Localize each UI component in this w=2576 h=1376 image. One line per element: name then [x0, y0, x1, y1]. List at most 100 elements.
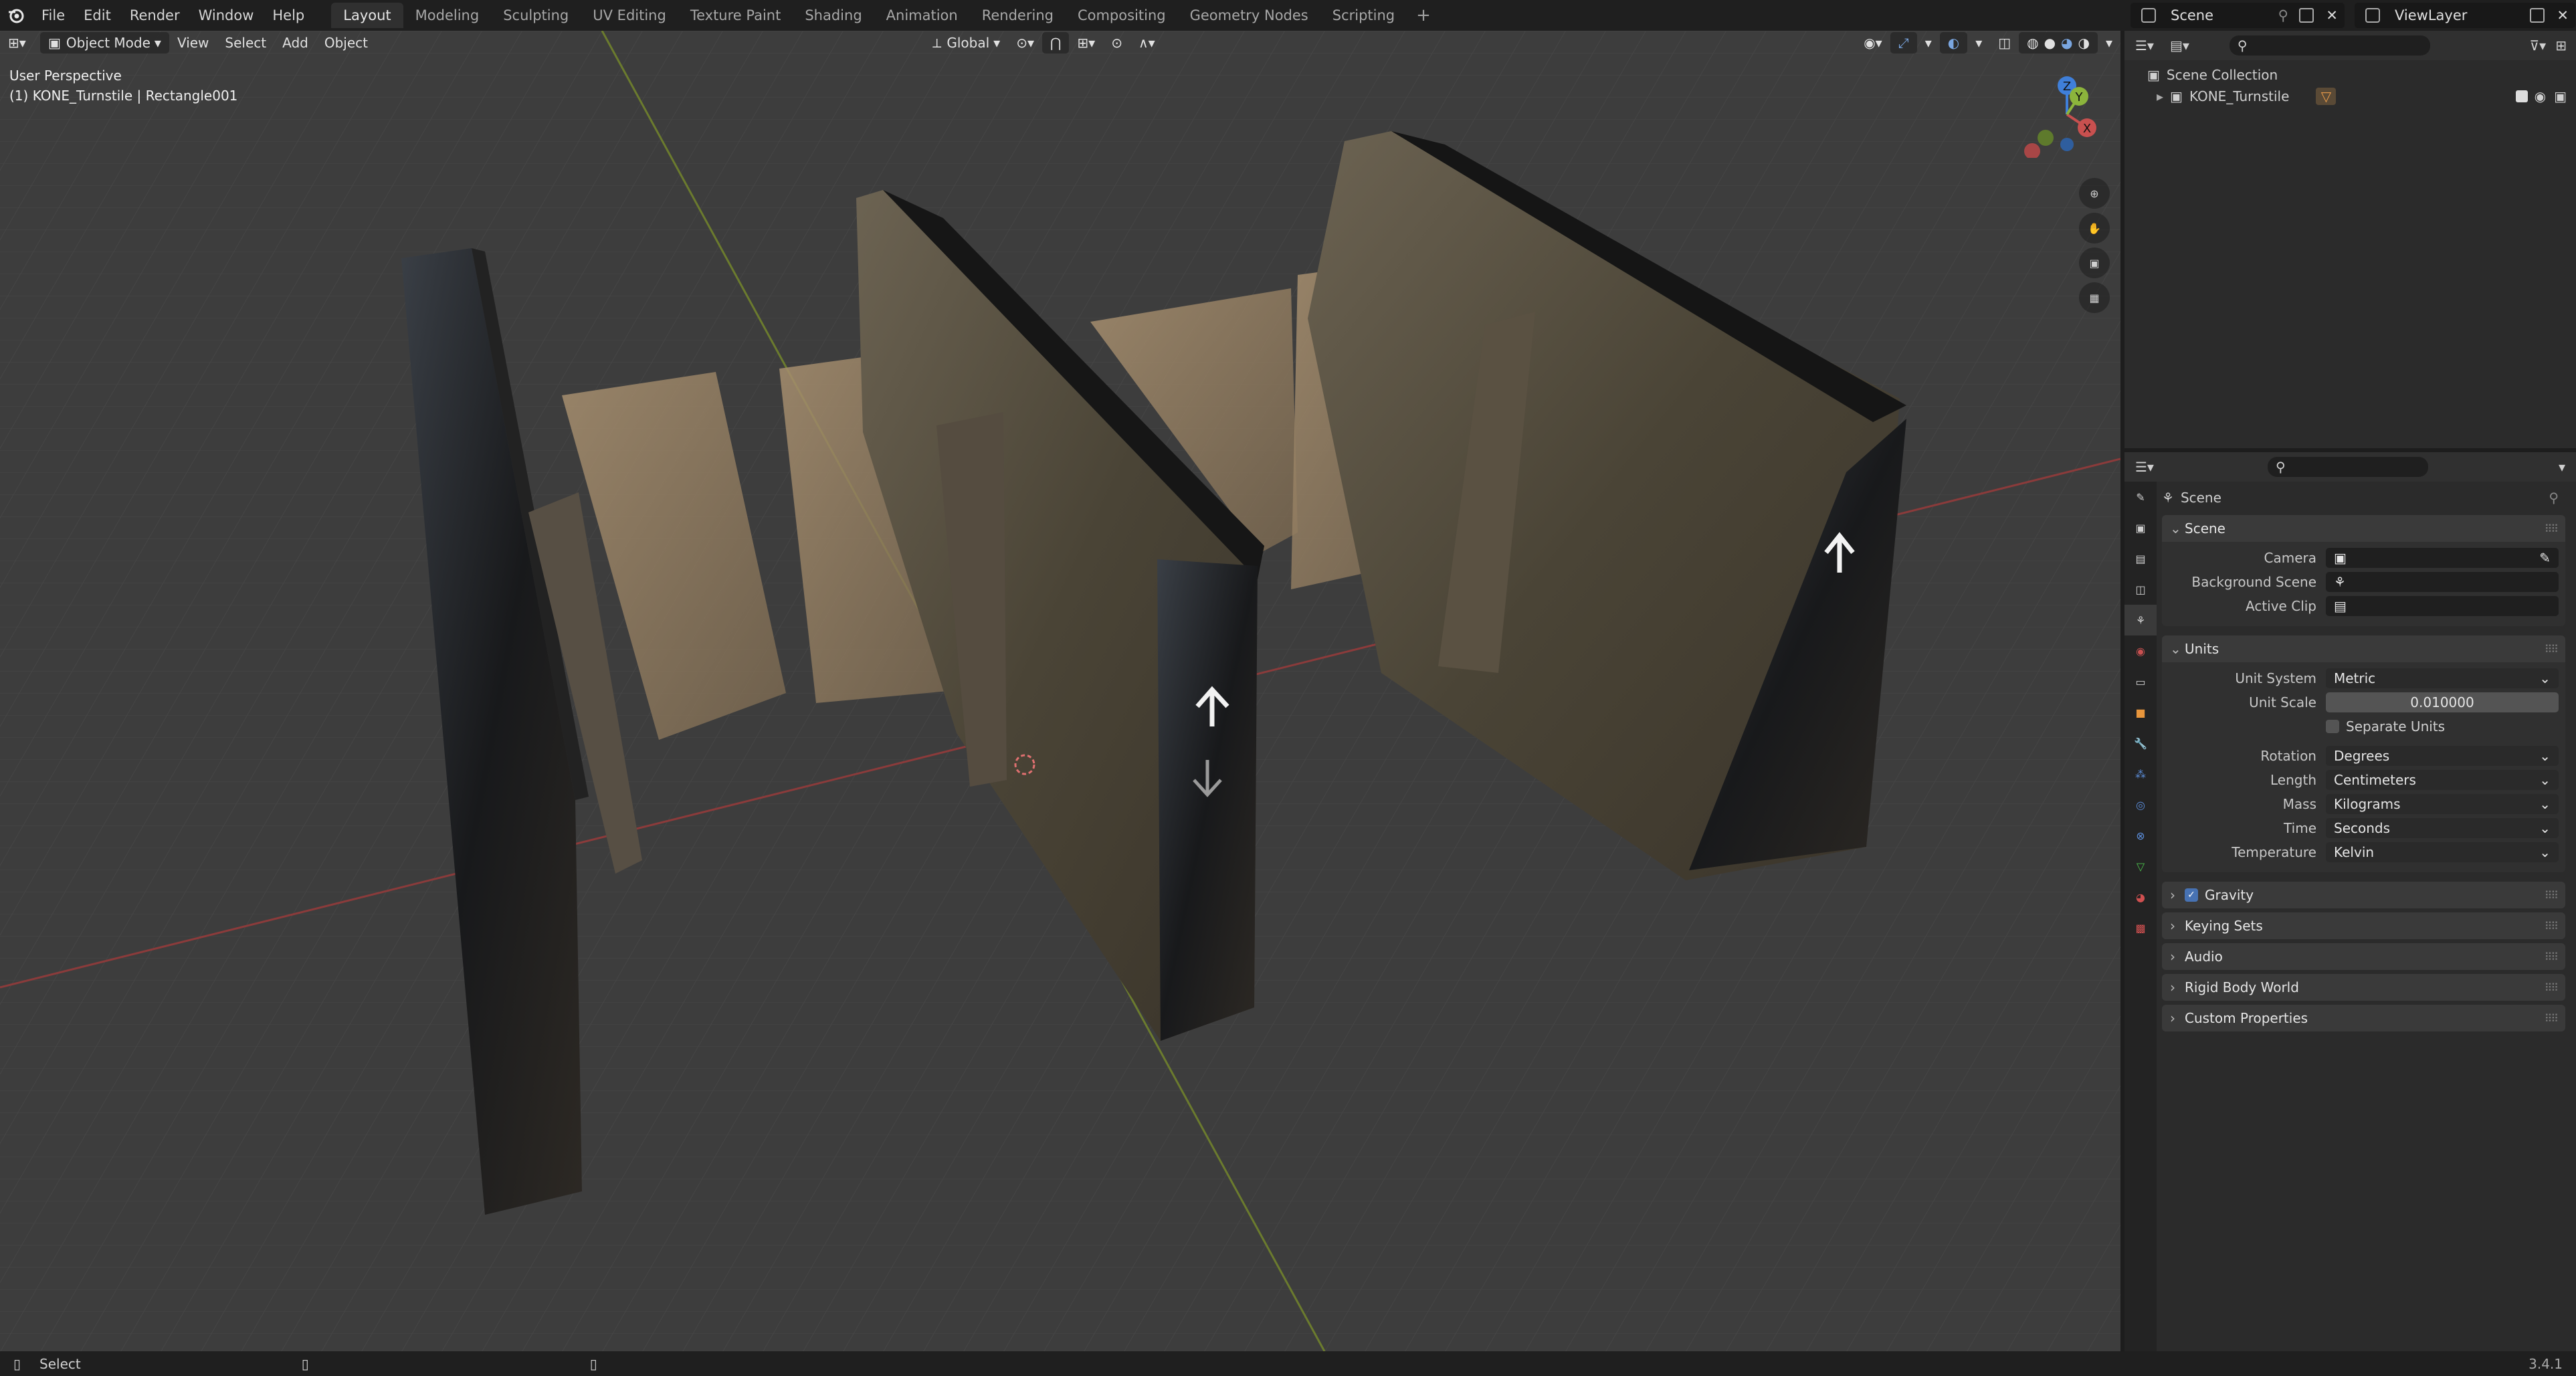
- gravity-checkbox[interactable]: ✓: [2185, 888, 2198, 902]
- eyedropper-icon[interactable]: ✎: [2539, 550, 2551, 566]
- overlay-dropdown[interactable]: ▾: [1967, 32, 1990, 54]
- menu-file[interactable]: File: [32, 0, 74, 31]
- neg-y-axis-icon[interactable]: [2038, 130, 2054, 146]
- menu-help[interactable]: Help: [263, 0, 314, 31]
- rendered-shading-icon[interactable]: ◑: [2078, 35, 2090, 51]
- menu-edit[interactable]: Edit: [74, 0, 120, 31]
- tab-tool[interactable]: ✎: [2124, 482, 2157, 512]
- tab-output[interactable]: ▤: [2124, 543, 2157, 574]
- scene-selector[interactable]: Scene ⚲ ✕: [2131, 3, 2345, 28]
- tab-modeling[interactable]: Modeling: [403, 3, 492, 28]
- visibility-dropdown[interactable]: ◉▾: [1856, 32, 1890, 54]
- object-mode-dropdown[interactable]: ▣ Object Mode ▾: [40, 32, 169, 54]
- wireframe-shading-icon[interactable]: ◍: [2027, 35, 2038, 51]
- navigation-gizmo[interactable]: Z X Y: [2013, 71, 2107, 158]
- delete-view-layer-icon[interactable]: ✕: [2557, 7, 2569, 23]
- tab-rendering[interactable]: Rendering: [970, 3, 1066, 28]
- new-view-layer-icon[interactable]: [2530, 8, 2545, 23]
- overlay-toggle[interactable]: ◐: [1939, 32, 1968, 54]
- drag-handle-icon[interactable]: ⠿⠿: [2545, 522, 2559, 535]
- tab-render[interactable]: ▣: [2124, 512, 2157, 543]
- tab-view-layer[interactable]: ◫: [2124, 574, 2157, 605]
- neg-x-axis-icon[interactable]: [2024, 143, 2040, 158]
- tab-texture[interactable]: ▩: [2124, 912, 2157, 943]
- neg-z-axis-icon[interactable]: [2060, 138, 2074, 151]
- shading-mode-group[interactable]: ◍ ● ◕ ◑: [2019, 32, 2098, 54]
- view-layer-selector[interactable]: ViewLayer ✕: [2355, 3, 2575, 28]
- outliner-row-kone-turnstile[interactable]: ▸ ▣ KONE_Turnstile ▽ ◉ ▣: [2124, 86, 2576, 107]
- drag-handle-icon[interactable]: ⠿⠿: [2545, 1012, 2559, 1025]
- camera-field[interactable]: ▣ ✎: [2326, 548, 2559, 568]
- falloff-dropdown[interactable]: ∧▾: [1130, 32, 1163, 54]
- panel-rigid-body-world-header[interactable]: › Rigid Body World ⠿⠿: [2162, 974, 2565, 1001]
- panel-gravity-header[interactable]: › ✓ Gravity ⠿⠿: [2162, 882, 2565, 908]
- tab-data[interactable]: ▽: [2124, 851, 2157, 882]
- solid-shading-icon[interactable]: ●: [2044, 35, 2056, 51]
- add-workspace-button[interactable]: +: [1407, 5, 1440, 25]
- camera-view-button[interactable]: ▣: [2079, 248, 2110, 278]
- snap-toggle[interactable]: ⋂: [1042, 32, 1070, 54]
- tab-object[interactable]: ■: [2124, 697, 2157, 728]
- separate-units-checkbox[interactable]: [2326, 720, 2339, 733]
- tab-shading[interactable]: Shading: [793, 3, 874, 28]
- proportional-edit-toggle[interactable]: ⊙: [1103, 32, 1130, 54]
- tab-animation[interactable]: Animation: [874, 3, 970, 28]
- unit-scale-field[interactable]: 0.010000: [2326, 692, 2559, 712]
- panel-audio-header[interactable]: › Audio ⠿⠿: [2162, 943, 2565, 970]
- display-mode-icon[interactable]: ▤▾: [2170, 37, 2189, 54]
- menu-view[interactable]: View: [169, 32, 217, 54]
- panel-units-header[interactable]: ⌄ Units ⠿⠿: [2162, 635, 2565, 662]
- tab-scene[interactable]: ⚘: [2124, 605, 2157, 635]
- tab-compositing[interactable]: Compositing: [1066, 3, 1178, 28]
- outliner-editor-icon[interactable]: ☰▾: [2135, 37, 2154, 54]
- gizmo-toggle[interactable]: ⤢: [1890, 32, 1917, 54]
- tab-physics[interactable]: ◎: [2124, 789, 2157, 820]
- options-dropdown[interactable]: ▾: [2559, 459, 2565, 475]
- shading-dropdown[interactable]: ▾: [2098, 32, 2120, 54]
- visibility-eye-icon[interactable]: ◉: [2535, 88, 2546, 104]
- blender-logo-icon[interactable]: [0, 0, 32, 31]
- include-checkbox[interactable]: [2515, 90, 2528, 102]
- menu-add[interactable]: Add: [274, 32, 316, 54]
- drag-handle-icon[interactable]: ⠿⠿: [2545, 889, 2559, 902]
- xray-toggle[interactable]: ◫: [1990, 32, 2019, 54]
- pivot-point-button[interactable]: ⊙▾: [1008, 32, 1042, 54]
- object-data-icon[interactable]: ▽: [2316, 88, 2337, 105]
- material-shading-icon[interactable]: ◕: [2061, 35, 2072, 51]
- transform-orientation-dropdown[interactable]: ⟂ Global ▾: [924, 32, 1008, 54]
- time-dropdown[interactable]: Seconds ⌄: [2326, 818, 2559, 838]
- filter-icon[interactable]: ⊽▾: [2530, 37, 2547, 54]
- tab-collection[interactable]: ▭: [2124, 666, 2157, 697]
- tab-geometry-nodes[interactable]: Geometry Nodes: [1178, 3, 1320, 28]
- pan-button[interactable]: ✋: [2079, 213, 2110, 243]
- menu-window[interactable]: Window: [189, 0, 264, 31]
- outliner-row-scene-collection[interactable]: ▣ Scene Collection: [2124, 64, 2576, 86]
- rotation-dropdown[interactable]: Degrees ⌄: [2326, 746, 2559, 766]
- tab-constraints[interactable]: ⊗: [2124, 820, 2157, 851]
- length-dropdown[interactable]: Centimeters ⌄: [2326, 770, 2559, 790]
- drag-handle-icon[interactable]: ⠿⠿: [2545, 981, 2559, 994]
- new-collection-icon[interactable]: ⊞: [2555, 37, 2567, 54]
- drag-handle-icon[interactable]: ⠿⠿: [2545, 643, 2559, 656]
- panel-keying-sets-header[interactable]: › Keying Sets ⠿⠿: [2162, 912, 2565, 939]
- drag-handle-icon[interactable]: ⠿⠿: [2545, 951, 2559, 963]
- tab-material[interactable]: ◕: [2124, 882, 2157, 912]
- delete-scene-icon[interactable]: ✕: [2326, 7, 2338, 23]
- zoom-button[interactable]: ⊕: [2079, 178, 2110, 209]
- tab-particles[interactable]: ⁂: [2124, 759, 2157, 789]
- panel-scene-header[interactable]: ⌄ Scene ⠿⠿: [2162, 515, 2565, 542]
- temperature-dropdown[interactable]: Kelvin ⌄: [2326, 842, 2559, 862]
- tab-scripting[interactable]: Scripting: [1320, 3, 1407, 28]
- active-clip-field[interactable]: ▤: [2326, 596, 2559, 616]
- tab-world[interactable]: ◉: [2124, 635, 2157, 666]
- tab-texture-paint[interactable]: Texture Paint: [678, 3, 793, 28]
- menu-select[interactable]: Select: [217, 32, 274, 54]
- unit-system-dropdown[interactable]: Metric ⌄: [2326, 668, 2559, 688]
- expand-arrow-icon[interactable]: ▸: [2157, 88, 2163, 104]
- pin-icon[interactable]: ⚲: [2278, 7, 2288, 23]
- properties-search-input[interactable]: ⚲: [2267, 457, 2428, 477]
- outliner-search-input[interactable]: ⚲: [2229, 35, 2430, 56]
- menu-object[interactable]: Object: [316, 32, 376, 54]
- pin-icon[interactable]: ⚲: [2549, 490, 2559, 506]
- tab-layout[interactable]: Layout: [331, 3, 403, 28]
